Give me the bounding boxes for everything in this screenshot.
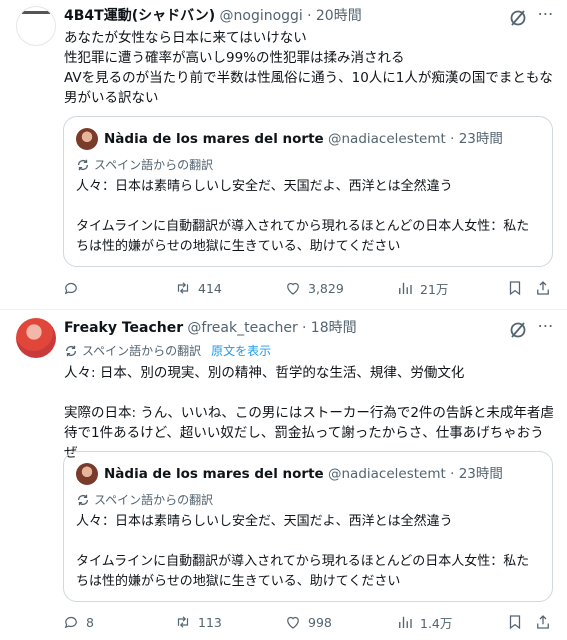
quoted-tweet[interactable]: Nàdia de los mares del norte @nadiaceles…: [63, 451, 553, 602]
share-button[interactable]: [534, 278, 552, 298]
translate-icon: [77, 494, 89, 506]
grok-icon[interactable]: [508, 320, 528, 340]
views-chart-icon: [399, 616, 412, 628]
translation-notice: スペイン語からの翻訳: [76, 492, 213, 508]
share-button[interactable]: [534, 612, 552, 632]
tweet[interactable]: 4B4T運動(シャドバン) @noginoggi · 20時間 ⋯ あなたが女性…: [0, 0, 567, 308]
reply-count: 8: [86, 614, 94, 630]
more-options-icon[interactable]: ⋯: [536, 318, 556, 340]
avatar[interactable]: [16, 6, 56, 46]
heart-icon: [287, 282, 299, 295]
views-chart-icon: [399, 282, 412, 294]
display-name[interactable]: 4B4T運動(シャドバン): [64, 8, 215, 24]
quoted-tweet-text: 人々：日本は素晴らしいし安全だ、天国だよ、西洋とは全然違う タイムラインに自動翻…: [76, 179, 530, 254]
reply-button[interactable]: 8: [62, 612, 94, 632]
share-icon: [537, 615, 549, 629]
share-icon: [537, 281, 549, 295]
display-name[interactable]: Freaky Teacher: [64, 320, 183, 336]
translation-label: スペイン語からの翻訳: [94, 158, 214, 172]
bookmark-button[interactable]: [506, 278, 524, 298]
like-count: 3,829: [308, 280, 344, 296]
grok-icon[interactable]: [508, 8, 528, 28]
retweet-button[interactable]: 113: [174, 612, 222, 632]
like-button[interactable]: 3,829: [284, 278, 344, 298]
retweet-icon: [177, 282, 189, 294]
timestamp[interactable]: 18時間: [311, 320, 357, 336]
separator: ·: [450, 131, 455, 147]
reply-icon: [64, 616, 77, 629]
quoted-tweet-header: Nàdia de los mares del norte @nadiaceles…: [104, 129, 503, 149]
tweet-text: あなたが女性なら日本に来てはいけない 性犯罪に遭う確率が高いし99%の性犯罪は揉…: [64, 30, 553, 106]
translation-label: スペイン語からの翻訳: [94, 493, 214, 507]
show-original-link[interactable]: 原文を表示: [211, 343, 271, 359]
translation-label: スペイン語からの翻訳: [82, 344, 202, 358]
separator: ·: [307, 8, 312, 24]
user-handle[interactable]: @noginoggi: [220, 8, 303, 24]
quoted-tweet[interactable]: Nàdia de los mares del norte @nadiaceles…: [63, 116, 553, 267]
tweet-text: 人々: 日本、別の現実、別の精神、哲学的な生活、規律、労働文化 実際の日本: う…: [64, 365, 554, 461]
retweet-button[interactable]: 414: [174, 278, 222, 298]
display-name: Nàdia de los mares del norte: [104, 466, 324, 482]
translate-icon: [77, 159, 89, 171]
bookmark-button[interactable]: [506, 612, 524, 632]
reply-button[interactable]: [62, 278, 86, 298]
user-handle: @nadiacelestemt: [328, 466, 446, 482]
avatar[interactable]: [16, 318, 56, 358]
timestamp: 23時間: [458, 466, 503, 482]
translation-notice: スペイン語からの翻訳 原文を表示: [64, 343, 271, 359]
user-handle[interactable]: @freak_teacher: [187, 320, 297, 336]
translation-notice: スペイン語からの翻訳: [76, 157, 213, 173]
tweet-header: Freaky Teacher @freak_teacher · 18時間: [64, 318, 357, 338]
views-count: 21万: [420, 281, 449, 297]
retweet-icon: [177, 616, 189, 628]
avatar[interactable]: [76, 128, 98, 150]
views-button[interactable]: 21万: [396, 278, 448, 298]
views-count: 1.4万: [420, 615, 453, 631]
avatar[interactable]: [76, 463, 98, 485]
retweet-count: 414: [198, 280, 222, 296]
translate-icon: [65, 345, 77, 357]
bookmark-icon: [509, 615, 521, 630]
display-name: Nàdia de los mares del norte: [104, 131, 324, 147]
tweet-header: 4B4T運動(シャドバン) @noginoggi · 20時間: [64, 6, 362, 26]
reply-icon: [64, 282, 77, 295]
user-handle: @nadiacelestemt: [328, 131, 446, 147]
quoted-tweet-text: 人々：日本は素晴らしいし安全だ、天国だよ、西洋とは全然違う タイムラインに自動翻…: [76, 514, 530, 589]
bookmark-icon: [509, 281, 521, 296]
retweet-count: 113: [198, 614, 222, 630]
tweet-actions: 414 3,829 21万: [62, 278, 552, 298]
separator: ·: [302, 320, 307, 336]
views-button[interactable]: 1.4万: [396, 612, 452, 632]
more-options-icon[interactable]: ⋯: [536, 6, 556, 28]
like-button[interactable]: 998: [284, 612, 332, 632]
tweet[interactable]: Freaky Teacher @freak_teacher · 18時間 ⋯ ス…: [0, 310, 567, 640]
heart-icon: [287, 616, 299, 629]
separator: ·: [450, 466, 455, 482]
like-count: 998: [308, 614, 332, 630]
tweet-actions: 8 113 998 1.4万: [62, 612, 552, 632]
timestamp[interactable]: 20時間: [316, 8, 362, 24]
timestamp: 23時間: [458, 131, 503, 147]
quoted-tweet-header: Nàdia de los mares del norte @nadiaceles…: [104, 464, 503, 484]
